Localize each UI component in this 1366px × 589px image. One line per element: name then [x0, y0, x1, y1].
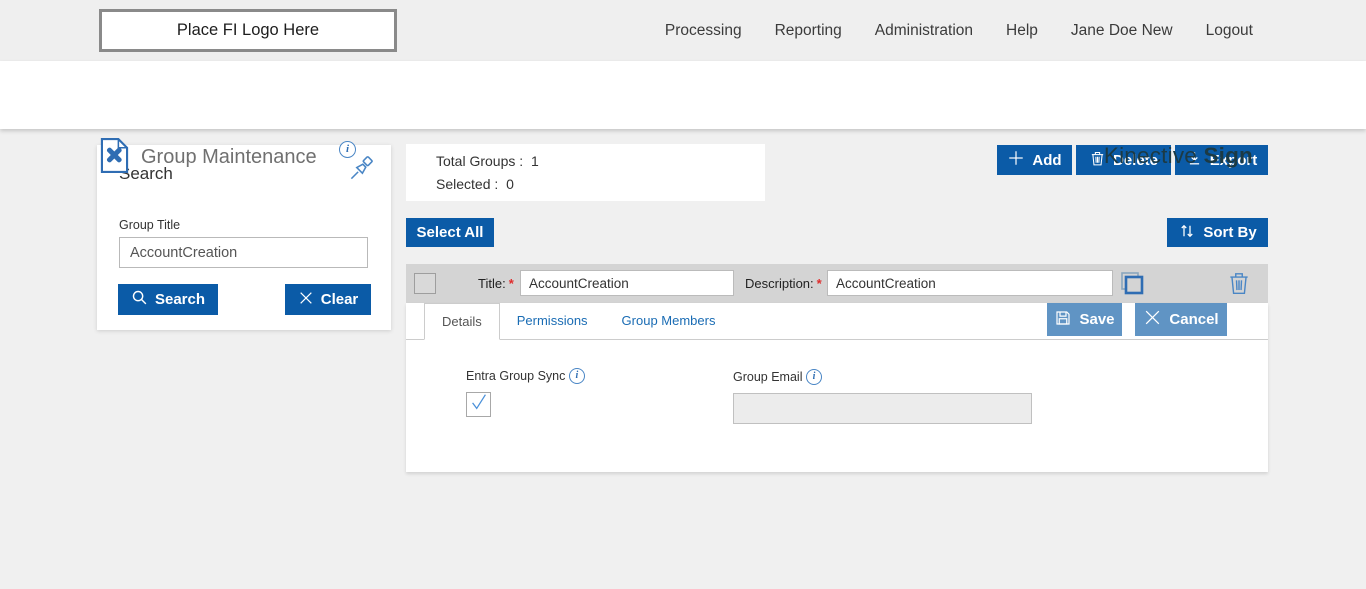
- clear-icon: [298, 290, 314, 310]
- cancel-button[interactable]: Cancel: [1135, 303, 1227, 336]
- fi-logo-placeholder: Place FI Logo Here: [99, 9, 397, 52]
- page-info-icon[interactable]: i: [339, 141, 356, 158]
- save-button[interactable]: Save: [1047, 303, 1122, 336]
- total-groups-count: Total Groups : 1: [436, 153, 539, 169]
- trash-icon: [1226, 285, 1252, 300]
- row-description-input[interactable]: [827, 270, 1113, 296]
- copy-button[interactable]: [1116, 268, 1148, 303]
- page-title: Group Maintenance: [141, 146, 317, 169]
- nav-user-menu[interactable]: Jane Doe New: [1071, 22, 1173, 40]
- fi-logo-text: Place FI Logo Here: [177, 21, 319, 40]
- pin-icon[interactable]: [348, 155, 375, 185]
- entra-group-sync-label: Entra Group Sync i: [466, 368, 585, 384]
- group-row: Title:* Description:*: [406, 264, 1268, 303]
- select-all-button[interactable]: Select All: [406, 218, 494, 247]
- description-required-asterisk: *: [817, 276, 822, 291]
- cancel-icon: [1143, 308, 1162, 331]
- tab-group-members[interactable]: Group Members: [605, 303, 733, 339]
- description-label: Description:*: [745, 276, 822, 291]
- nav-reporting[interactable]: Reporting: [775, 22, 842, 40]
- group-details-panel: Details Permissions Group Members Save C…: [406, 303, 1268, 472]
- sort-icon: [1178, 222, 1196, 244]
- search-button[interactable]: Search: [118, 284, 218, 315]
- top-bar: Place FI Logo Here Processing Reporting …: [0, 0, 1366, 61]
- plus-icon: [1007, 149, 1025, 171]
- clear-button[interactable]: Clear: [285, 284, 371, 315]
- check-icon: [468, 391, 490, 418]
- row-title-input[interactable]: [520, 270, 734, 296]
- groups-summary: Total Groups : 1 Selected : 0: [406, 144, 765, 201]
- selected-count: Selected : 0: [436, 176, 514, 192]
- entra-group-sync-info-icon[interactable]: i: [569, 368, 585, 384]
- sort-by-button[interactable]: Sort By: [1167, 218, 1268, 247]
- title-label: Title:*: [478, 276, 514, 291]
- nav-administration[interactable]: Administration: [875, 22, 973, 40]
- brand-name: Kinective: [1104, 143, 1197, 168]
- tab-details[interactable]: Details: [424, 303, 500, 340]
- group-title-label: Group Title: [119, 218, 180, 232]
- search-icon: [131, 289, 148, 310]
- group-title-input[interactable]: [119, 237, 368, 268]
- copy-icon: [1116, 288, 1148, 303]
- nav-help[interactable]: Help: [1006, 22, 1038, 40]
- nav-logout[interactable]: Logout: [1206, 22, 1253, 40]
- brand-product: Sign: [1203, 143, 1253, 168]
- save-icon: [1054, 309, 1072, 331]
- app-header: Group Maintenance i Kinective Sign: [0, 61, 1366, 129]
- group-email-info-icon[interactable]: i: [806, 369, 822, 385]
- group-email-input: [733, 393, 1032, 424]
- row-delete-button[interactable]: [1226, 269, 1252, 300]
- brand-logo: Kinective Sign: [1104, 143, 1253, 169]
- group-maintenance-icon: [100, 137, 129, 179]
- row-checkbox[interactable]: [414, 273, 436, 294]
- title-required-asterisk: *: [509, 276, 514, 291]
- group-email-label: Group Email i: [733, 369, 822, 385]
- top-navigation: Processing Reporting Administration Help…: [665, 0, 1253, 61]
- nav-processing[interactable]: Processing: [665, 22, 742, 40]
- search-panel: Search Group Title Search Clear: [97, 145, 391, 330]
- tab-permissions[interactable]: Permissions: [500, 303, 605, 339]
- entra-group-sync-checkbox[interactable]: [466, 392, 491, 417]
- add-button[interactable]: Add: [997, 145, 1072, 175]
